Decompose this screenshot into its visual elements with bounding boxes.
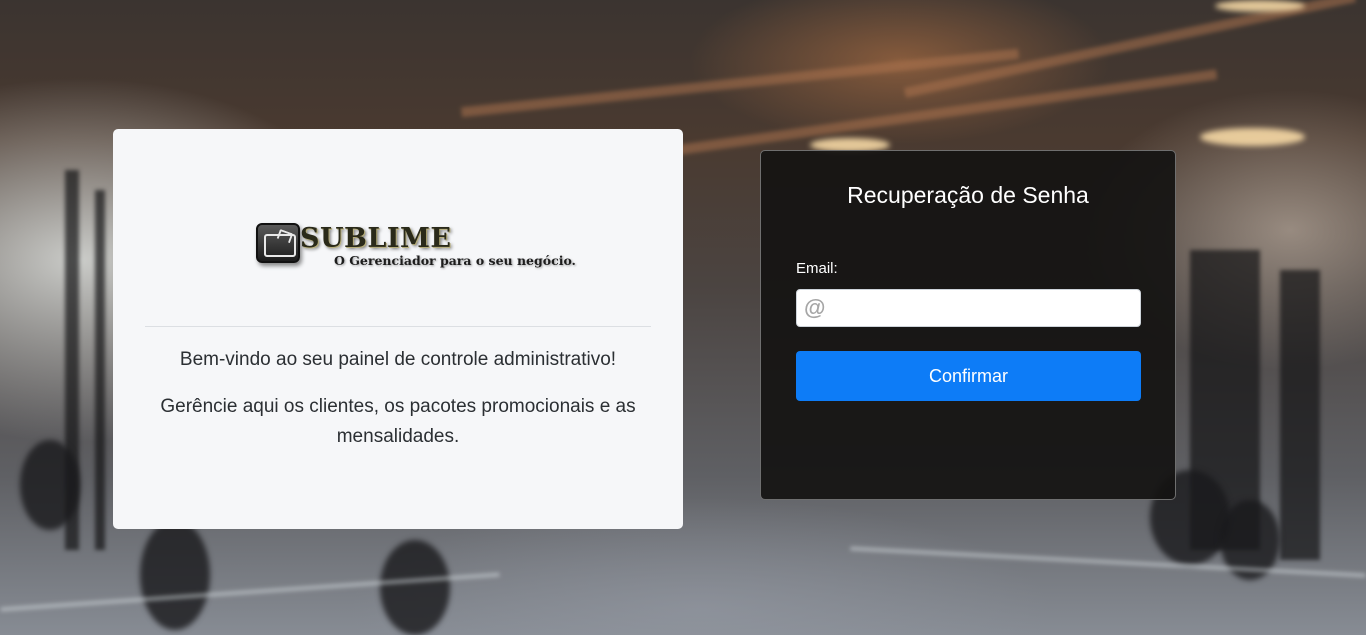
email-field-wrapper [796,289,1141,327]
password-recovery-card: Recuperação de Senha Email: Confirmar [760,150,1176,500]
welcome-card: SUBLIME O Gerenciador para o seu negócio… [113,129,683,529]
confirm-button[interactable]: Confirmar [796,351,1141,401]
divider [145,326,651,327]
welcome-message: Bem-vindo ao seu painel de controle admi… [179,349,617,370]
logo-name: SUBLIME [300,223,452,254]
folder-box-icon [256,223,300,263]
logo-tagline: O Gerenciador para o seu negócio. [334,253,576,268]
welcome-text: Bem-vindo ao seu painel de controle admi… [133,345,663,469]
recovery-title: Recuperação de Senha [847,182,1089,208]
welcome-description: Gerêncie aqui os clientes, os pacotes pr… [160,396,636,447]
email-input[interactable] [804,290,1140,326]
email-label: Email: [796,260,838,277]
sublime-logo: SUBLIME O Gerenciador para o seu negócio… [256,223,576,273]
